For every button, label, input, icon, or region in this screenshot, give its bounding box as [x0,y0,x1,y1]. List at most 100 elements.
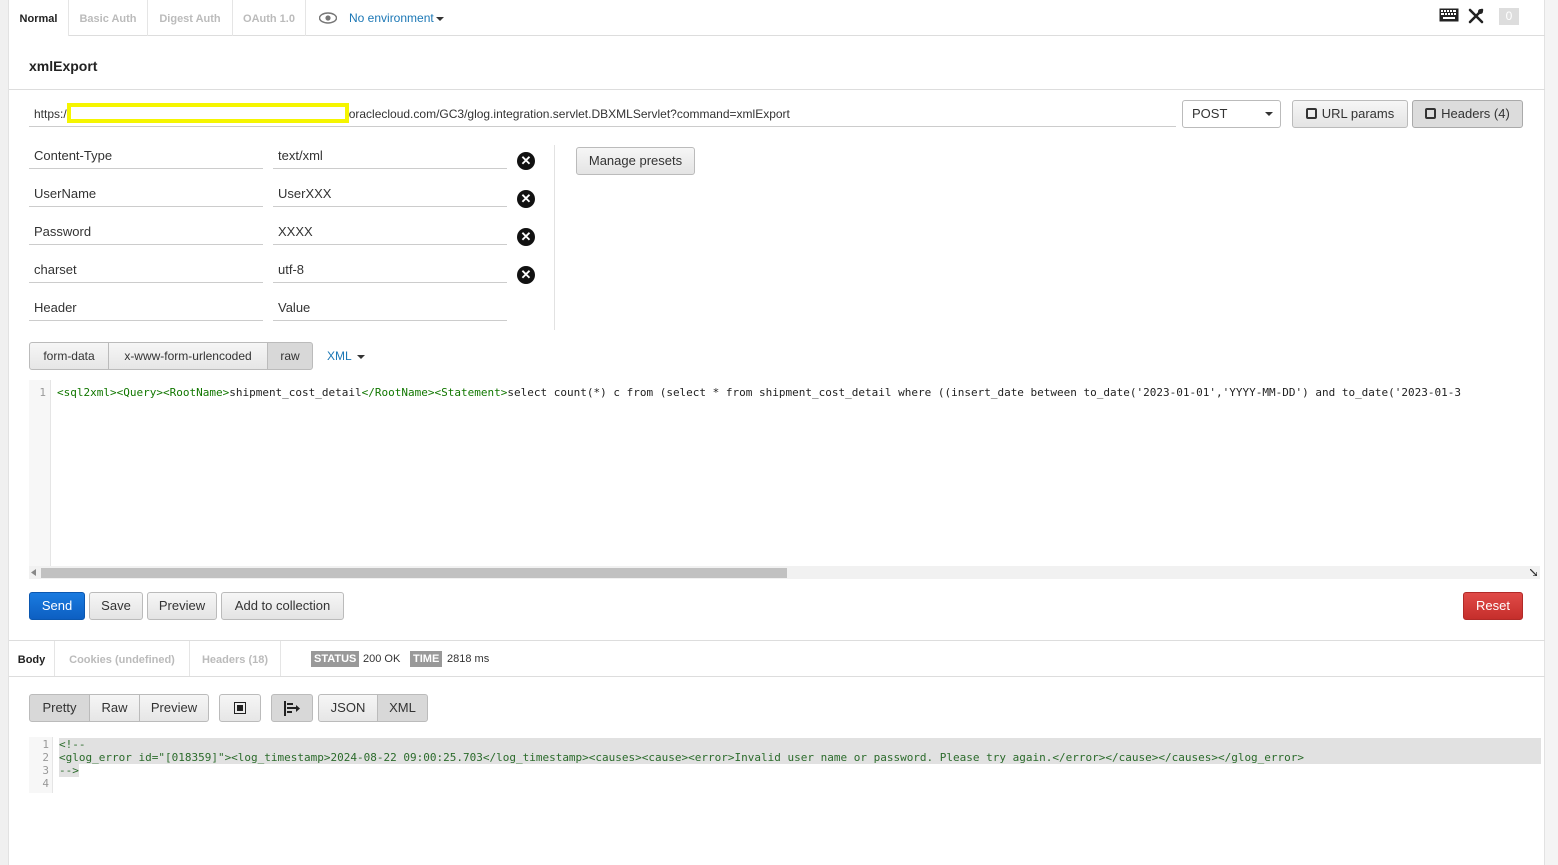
save-button[interactable]: Save [89,592,143,620]
status-badge: STATUS [311,651,360,667]
keyboard-icon[interactable] [1439,8,1459,22]
tab-digest-auth[interactable]: Digest Auth [148,0,233,36]
header-value-input[interactable]: UserXXX [273,183,507,207]
add-to-collection-button[interactable]: Add to collection [221,592,344,620]
horizontal-scrollbar[interactable] [29,566,1540,579]
wrap-lines-icon [284,701,300,716]
response-tab-body[interactable]: Body [9,641,55,677]
xml-tag: <Statement> [434,386,508,399]
time-badge: TIME [410,651,443,667]
line-gutter: 1 [29,380,51,566]
url-params-label: URL params [1321,106,1395,121]
line-number: 4 [42,777,49,790]
divider [554,145,555,330]
comment-text: --> [59,764,79,777]
chevron-down-icon [435,16,444,21]
eye-icon [319,12,337,24]
xml-tag: <RootName> [162,386,230,399]
scroll-left-icon[interactable] [31,569,37,576]
code-line: <glog_error id="[018359]"><log_timestamp… [59,751,1541,764]
edit-icon [1425,108,1437,119]
wrap-lines-button[interactable] [271,694,313,722]
new-header-value-input[interactable]: Value [273,297,507,321]
copy-response-button[interactable] [219,694,261,722]
response-tab-headers[interactable]: Headers (18) [190,641,281,677]
method-select[interactable]: POST [1182,100,1281,128]
tools-icon[interactable] [1468,8,1484,24]
format-xml[interactable]: XML [377,694,428,722]
url-input[interactable]: https:/ oraclecloud.com/GC3/glog.integrat… [29,101,1176,127]
chevron-down-icon [356,354,365,359]
redaction-box [66,103,349,124]
method-value: POST [1192,106,1228,121]
xml-tag: <sql2xml> [57,386,117,399]
environment-label: No environment [349,11,434,25]
comment-text: <!-- [59,738,86,751]
remove-header-icon[interactable]: ✕ [517,190,535,208]
tab-oauth[interactable]: OAuth 1.0 [233,0,306,36]
edit-icon [1305,108,1317,119]
url-prefix: https:/ [34,107,67,121]
url-params-button[interactable]: URL params [1292,100,1408,128]
request-name: xmlExport [29,58,98,74]
header-key-input[interactable]: Password [29,221,263,245]
notification-badge[interactable]: 0 [1499,8,1519,25]
headers-button[interactable]: Headers (4) [1412,100,1523,128]
xml-text: shipment_cost_detail [229,386,362,399]
tab-normal[interactable]: Normal [9,0,69,36]
body-type-label: XML [327,349,352,363]
body-mode-raw[interactable]: raw [267,342,313,370]
auth-tabs-bar: Normal Basic Auth Digest Auth OAuth 1.0 … [9,0,1545,36]
header-value-input[interactable]: text/xml [273,145,507,169]
line-number: 3 [42,764,49,777]
remove-header-icon[interactable]: ✕ [517,266,535,284]
header-value-input[interactable]: XXXX [273,221,507,245]
line-number: 1 [39,386,46,399]
header-value-input[interactable]: utf-8 [273,259,507,283]
xml-text: select count(*) c from (select * from sh… [507,386,1462,399]
request-body-code: <sql2xml><Query><RootName>shipment_cost_… [57,386,1537,399]
header-key-input[interactable]: Content-Type [29,145,263,169]
body-mode-form-data[interactable]: form-data [29,342,109,370]
manage-presets-button[interactable]: Manage presets [576,147,695,175]
new-header-key-input[interactable]: Header [29,297,263,321]
body-mode-urlencoded[interactable]: x-www-form-urlencoded [108,342,268,370]
code-line: --> [59,764,1541,777]
format-json[interactable]: JSON [318,694,378,722]
view-mode-raw[interactable]: Raw [89,694,140,722]
xml-text: <glog_error id="[018359]"><log_timestamp… [59,751,1305,764]
header-key-input[interactable]: charset [29,259,263,283]
preview-button[interactable]: Preview [147,592,217,620]
code-line: <!-- [59,738,1541,751]
send-button[interactable]: Send [29,592,85,620]
headers-label: Headers (4) [1441,106,1510,121]
line-gutter: 1 2 3 4 [29,737,53,793]
resize-handle-icon[interactable] [1530,569,1537,576]
body-type-select[interactable]: XML [327,349,365,363]
divider [9,89,1545,90]
remove-header-icon[interactable]: ✕ [517,228,535,246]
view-mode-pretty[interactable]: Pretty [29,694,90,722]
status-value: 200 OK [363,653,401,665]
xml-tag: <Query> [116,386,163,399]
scrollbar-thumb[interactable] [41,568,787,578]
line-number: 2 [42,751,49,764]
response-body-viewer[interactable]: 1 2 3 4 <!-- <glog_error id="[018359]"><… [29,737,1541,793]
xml-tag: </RootName> [361,386,435,399]
request-body-editor[interactable]: 1 <sql2xml><Query><RootName>shipment_cos… [29,380,1540,579]
line-number: 1 [42,738,49,751]
expand-icon [234,702,246,714]
response-body-code: <!-- <glog_error id="[018359]"><log_time… [59,738,1541,790]
postman-app: Normal Basic Auth Digest Auth OAuth 1.0 … [8,0,1545,865]
divider [9,676,1545,677]
remove-header-icon[interactable]: ✕ [517,152,535,170]
response-tab-cookies[interactable]: Cookies (undefined) [55,641,190,677]
reset-button[interactable]: Reset [1463,592,1523,620]
vertical-scrollbar[interactable] [1545,0,1558,865]
chevron-down-icon [1265,112,1273,116]
view-mode-preview[interactable]: Preview [139,694,209,722]
tab-basic-auth[interactable]: Basic Auth [69,0,148,36]
header-key-input[interactable]: UserName [29,183,263,207]
url-suffix: oraclecloud.com/GC3/glog.integration.ser… [348,107,790,121]
